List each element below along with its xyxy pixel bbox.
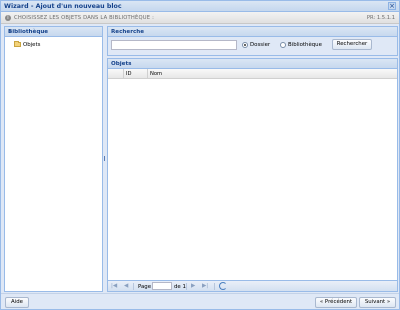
pager-separator [186, 283, 187, 290]
grid-header-id[interactable]: ID [124, 69, 148, 79]
grid-header-nom[interactable]: Nom [148, 69, 397, 79]
instruction-bar: i CHOISISSEZ LES OBJETS DANS LA BIBLIOTH… [1, 12, 399, 24]
next-page-icon[interactable]: ▶ [191, 283, 195, 289]
search-input[interactable] [111, 40, 237, 50]
pager-separator [214, 283, 215, 290]
grid-body [108, 79, 397, 280]
folder-icon [14, 41, 21, 47]
tree-item-label: Objets [23, 41, 41, 48]
next-button[interactable]: Suivant » [359, 297, 396, 308]
search-button[interactable]: Rechercher [332, 39, 372, 50]
library-panel: Bibliothèque « Objets [4, 26, 103, 292]
pager-separator [133, 283, 134, 290]
instruction-text: CHOISISSEZ LES OBJETS DANS LA BIBLIOTHÈQ… [14, 15, 155, 21]
radio-dossier[interactable]: Dossier [242, 42, 270, 48]
search-panel-title: Recherche [111, 29, 145, 35]
radio-bibliotheque-label: Bibliothèque [288, 42, 322, 48]
objects-panel-title: Objets [111, 61, 132, 67]
refresh-icon[interactable] [219, 282, 227, 290]
radio-dossier-label: Dossier [250, 42, 271, 48]
search-panel: Recherche Dossier Bibliothèque Recherche… [107, 26, 398, 56]
tree-item-objets[interactable]: Objets [14, 41, 40, 48]
radio-bibliotheque[interactable]: Bibliothèque [280, 42, 322, 48]
page-count-label: de 1 [174, 284, 186, 290]
search-panel-header: Recherche [108, 27, 397, 37]
splitter-grip[interactable] [104, 156, 105, 161]
radio-bibliotheque-button[interactable] [280, 42, 286, 48]
collapse-icon[interactable]: « [8, 28, 99, 35]
help-button[interactable]: Aide [5, 297, 29, 308]
radio-dossier-button[interactable] [242, 42, 248, 48]
info-icon: i [5, 15, 11, 21]
page-label: Page [138, 284, 152, 290]
grid-header-checkbox-column[interactable] [108, 69, 124, 79]
close-icon[interactable]: × [388, 2, 396, 10]
window-title: Wizard - Ajout d'un nouveau bloc [4, 3, 122, 10]
wizard-footer: Aide « Précédent Suivant » [1, 293, 399, 309]
wizard-window: Wizard - Ajout d'un nouveau bloc × i CHO… [0, 0, 400, 310]
version-label: PR: 1.5.1.1 [366, 15, 395, 21]
previous-button[interactable]: « Précédent [315, 297, 357, 308]
grid-header: ID Nom [108, 69, 397, 79]
paging-toolbar: |◀ ◀ Page de 1 ▶ ▶| [108, 280, 397, 291]
objects-panel: Objets ID Nom |◀ ◀ Page de 1 ▶ ▶| [107, 58, 398, 292]
library-panel-header: Bibliothèque « [5, 27, 102, 37]
title-bar: Wizard - Ajout d'un nouveau bloc × [1, 1, 399, 12]
first-page-icon[interactable]: |◀ [111, 283, 117, 289]
prev-page-icon[interactable]: ◀ [124, 283, 128, 289]
objects-panel-header: Objets [108, 59, 397, 69]
page-number-input[interactable] [152, 282, 172, 290]
last-page-icon[interactable]: ▶| [202, 283, 208, 289]
